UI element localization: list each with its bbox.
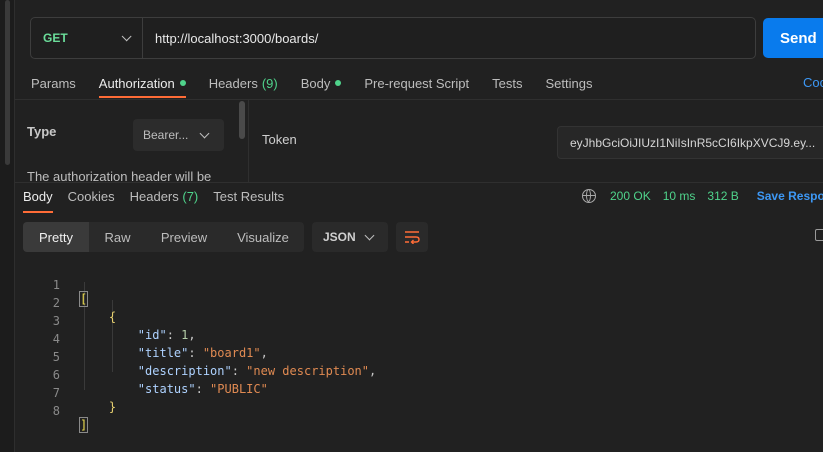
tab-headers[interactable]: Headers (9): [209, 72, 278, 94]
token-input[interactable]: eyJhbGciOiJIUzI1NiIsInR5cCI6IkpXVCJ9.ey.…: [557, 126, 823, 159]
code-line: 5 "description": "new description",: [0, 336, 376, 378]
response-meta: 200 OK 10 ms 312 B Save Respor: [582, 189, 823, 203]
method-label: GET: [43, 31, 68, 45]
line-number: 7: [52, 386, 60, 400]
json-key: "description": [137, 364, 232, 378]
method-select[interactable]: GET: [31, 18, 143, 58]
tab-pre-request-script[interactable]: Pre-request Script: [364, 72, 469, 94]
tab-count: (9): [261, 75, 278, 91]
code-snippet-link[interactable]: Coo: [803, 75, 823, 90]
divider: [248, 100, 249, 182]
divider: [15, 182, 823, 183]
format-preview[interactable]: Preview: [146, 222, 222, 252]
json-brace: {: [108, 310, 117, 324]
request-tabs: Params Authorization Headers (9) Body Pre…: [31, 72, 615, 98]
chevron-down-icon: [199, 128, 210, 139]
status-dot-icon: [179, 80, 186, 86]
tab-test-results[interactable]: Test Results: [213, 189, 284, 207]
tab-settings[interactable]: Settings: [545, 72, 592, 94]
code-line: 1 [: [0, 264, 89, 307]
tab-label: Body: [23, 189, 53, 204]
tab-label: Headers: [129, 189, 179, 204]
line-number: 2: [52, 296, 60, 310]
response-tabs: Body Cookies Headers (7) Test Results: [23, 189, 299, 213]
tab-label: Headers: [208, 75, 258, 91]
json-value: "new description": [246, 364, 369, 378]
auth-type-panel: Type Bearer... The authorization header …: [15, 100, 250, 182]
tab-label: Params: [31, 75, 76, 91]
auth-type-select[interactable]: Bearer...: [133, 119, 224, 151]
code-line: 2 {: [0, 282, 116, 324]
sidebar-scrollbar[interactable]: [5, 0, 10, 165]
response-code-editor[interactable]: 1 [ 2 { 3 "id": 1, 4 "title": "board1", …: [0, 264, 376, 433]
tab-label: Pre-request Script: [364, 75, 470, 91]
tab-label: Body: [300, 75, 331, 91]
auth-type-value: Bearer...: [143, 128, 189, 142]
tab-label: Authorization: [98, 75, 175, 91]
response-time[interactable]: 10 ms: [663, 189, 696, 203]
tab-label: Tests: [492, 75, 523, 91]
code-line: 3 "id": 1,: [0, 300, 196, 342]
json-key: "status": [137, 382, 196, 396]
json-brace: }: [108, 400, 117, 414]
code-line: 7 }: [0, 372, 116, 414]
code-line: 8 ]: [0, 390, 89, 433]
auth-description: The authorization header will be: [27, 169, 212, 182]
tab-count: (7): [182, 189, 199, 204]
line-number: 6: [52, 368, 60, 382]
line-number: 1: [52, 278, 60, 292]
save-response-button[interactable]: Save Respor: [757, 189, 823, 203]
globe-icon[interactable]: [582, 189, 596, 203]
json-value: "board1": [202, 346, 261, 360]
code-line: 6 "status": "PUBLIC": [0, 354, 268, 396]
request-bar: GET http://localhost:3000/boards/: [30, 17, 756, 59]
tab-label: Cookies: [67, 189, 115, 204]
json-bracket: ]: [78, 417, 89, 433]
chevron-down-icon: [121, 30, 132, 41]
tab-cookies[interactable]: Cookies: [68, 189, 115, 207]
format-tabs: Pretty Raw Preview Visualize: [23, 222, 304, 252]
tab-label: Test Results: [213, 189, 285, 204]
json-key: "title": [137, 346, 189, 360]
status-dot-icon: [335, 80, 342, 86]
format-raw[interactable]: Raw: [89, 222, 146, 252]
tab-response-body[interactable]: Body: [23, 189, 53, 213]
auth-type-label: Type: [27, 124, 57, 139]
auth-panel-scrollbar[interactable]: [239, 101, 245, 139]
url-input[interactable]: http://localhost:3000/boards/: [143, 31, 318, 46]
line-number: 8: [52, 404, 60, 418]
format-visualize[interactable]: Visualize: [222, 222, 304, 252]
chevron-down-icon: [364, 230, 375, 241]
json-key: "id": [137, 328, 167, 342]
tab-authorization[interactable]: Authorization: [98, 72, 186, 98]
line-number: 3: [52, 314, 60, 328]
language-value: JSON: [323, 230, 356, 244]
json-value: 1: [181, 328, 189, 342]
status-code[interactable]: 200 OK: [610, 189, 651, 203]
tab-body[interactable]: Body: [301, 72, 342, 94]
code-line: 4 "title": "board1",: [0, 318, 268, 360]
json-bracket: [: [78, 291, 89, 307]
wrap-lines-button[interactable]: [396, 222, 428, 252]
format-pretty[interactable]: Pretty: [23, 222, 89, 252]
language-select[interactable]: JSON: [312, 222, 388, 252]
tab-label: Settings: [545, 75, 593, 91]
copy-icon[interactable]: [815, 229, 823, 241]
json-value: "PUBLIC": [210, 382, 268, 396]
tab-response-headers[interactable]: Headers (7): [130, 189, 199, 207]
tab-params[interactable]: Params: [31, 72, 76, 94]
line-number: 5: [52, 350, 60, 364]
wrap-lines-icon: [405, 231, 420, 244]
token-label: Token: [262, 132, 297, 147]
response-size[interactable]: 312 B: [707, 189, 738, 203]
line-number: 4: [52, 332, 60, 346]
tab-tests[interactable]: Tests: [492, 72, 522, 94]
send-button[interactable]: Send: [763, 18, 823, 58]
